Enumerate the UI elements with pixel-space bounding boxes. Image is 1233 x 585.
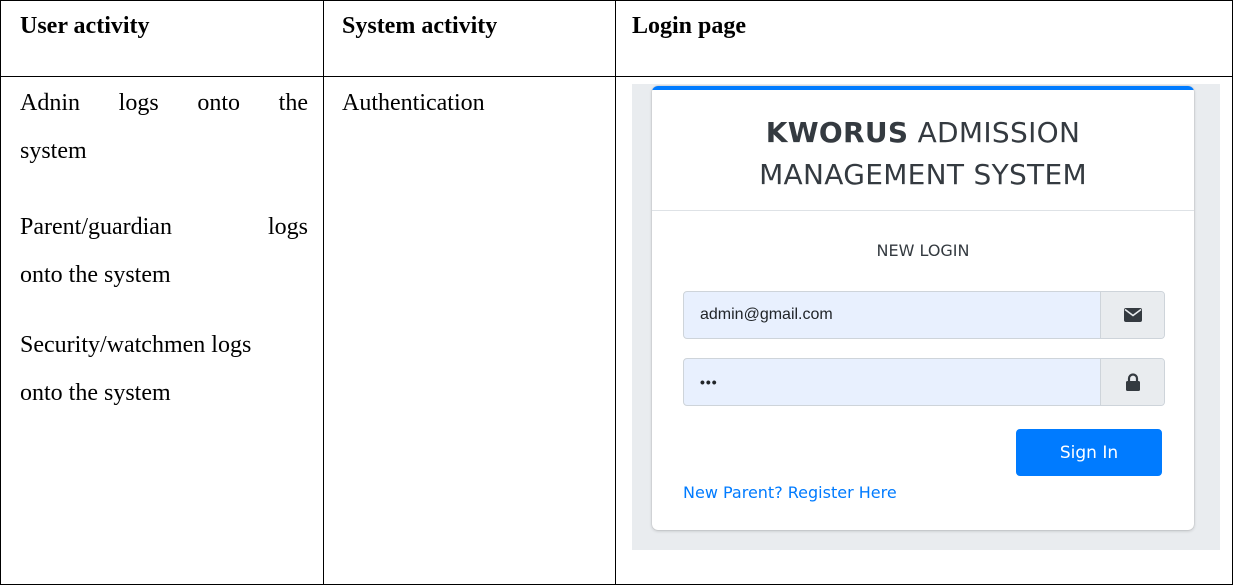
user-activity-line-3: Parent/guardian logs — [20, 212, 308, 242]
user-activity-line-6: onto the system — [20, 380, 171, 406]
word: logs — [267, 214, 308, 240]
column-divider-2 — [615, 0, 616, 585]
brand-line-1: KWORUS ADMISSION — [652, 112, 1194, 154]
word: Parent/guardian — [20, 214, 172, 240]
column-divider-1 — [323, 0, 324, 585]
user-activity-line-5: Security/watchmen logs — [20, 332, 252, 358]
email-input-group — [683, 291, 1165, 339]
word: the — [278, 90, 308, 116]
lock-icon — [1125, 373, 1140, 391]
word: logs — [118, 90, 159, 116]
app-brand: KWORUS ADMISSION MANAGEMENT SYSTEM — [652, 90, 1194, 196]
brand-bold: KWORUS — [765, 116, 909, 149]
header-login-page: Login page — [632, 13, 747, 39]
card-header: KWORUS ADMISSION MANAGEMENT SYSTEM — [652, 90, 1194, 211]
user-activity-line-2: system — [20, 138, 87, 164]
password-field[interactable] — [684, 359, 1096, 405]
password-addon — [1100, 359, 1164, 405]
login-box-message: NEW LOGIN — [876, 241, 970, 260]
header-divider — [0, 76, 1233, 77]
email-field[interactable] — [684, 292, 1096, 338]
sign-in-button[interactable]: Sign In — [1016, 429, 1162, 476]
word: onto — [197, 90, 240, 116]
password-input-group — [683, 358, 1165, 406]
user-activity-line-4: onto the system — [20, 262, 171, 288]
header-system-activity: System activity — [342, 13, 498, 39]
activity-table: User activity System activity Login page… — [0, 0, 1233, 585]
table-border-left — [0, 0, 1, 585]
envelope-icon — [1123, 308, 1142, 322]
email-addon — [1100, 292, 1164, 338]
brand-rest: ADMISSION — [908, 116, 1081, 149]
register-link[interactable]: New Parent? Register Here — [683, 483, 897, 502]
system-activity-text: Authentication — [342, 90, 485, 116]
table-border-top — [0, 0, 1233, 1]
word: Adnin — [20, 90, 80, 116]
header-user-activity: User activity — [20, 13, 150, 39]
brand-line-2: MANAGEMENT SYSTEM — [759, 158, 1087, 191]
login-screenshot: KWORUS ADMISSION MANAGEMENT SYSTEM NEW L… — [632, 84, 1220, 550]
user-activity-line-1: Adnin logs onto the — [20, 88, 308, 118]
login-card: KWORUS ADMISSION MANAGEMENT SYSTEM NEW L… — [652, 86, 1194, 530]
